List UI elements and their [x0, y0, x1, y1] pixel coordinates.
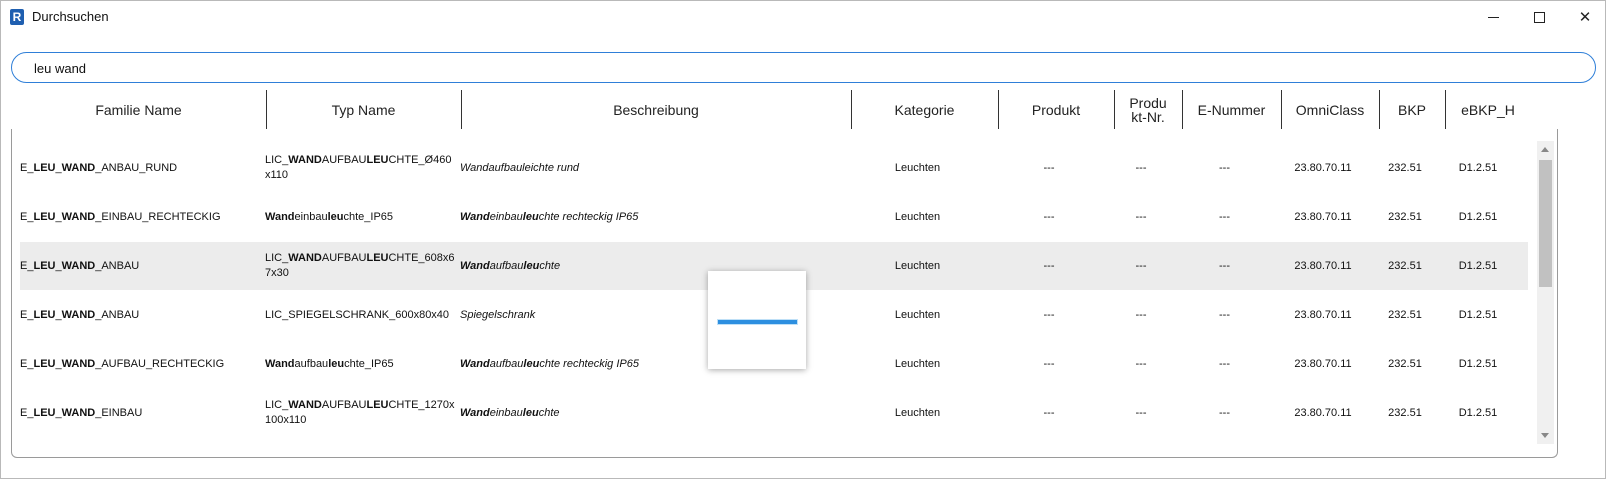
scroll-down-icon[interactable] [1541, 433, 1549, 438]
cell-bkp: 232.51 [1388, 161, 1422, 174]
column-header-beschreibung[interactable]: Beschreibung [461, 89, 851, 131]
column-header-e-nummer[interactable]: E-Nummer [1182, 89, 1281, 131]
cell-kategorie: Leuchten [894, 259, 941, 272]
cell-produkt: --- [1043, 259, 1055, 272]
cell-produkt-nr: --- [1135, 210, 1147, 223]
loading-popup [708, 271, 806, 369]
cell-e-nummer: --- [1219, 161, 1230, 174]
column-header-produkt[interactable]: Produkt [998, 89, 1114, 131]
cell-produkt: --- [1043, 357, 1055, 370]
column-separator[interactable] [1379, 90, 1380, 129]
cell-bkp: 232.51 [1388, 308, 1422, 321]
cell-typ-name: Wandeinbauleuchte_IP65 [265, 210, 394, 223]
column-header-bkp[interactable]: BKP [1379, 89, 1445, 131]
cell-typ-name: LIC_WANDAUFBAULEUCHTE_608x6 7x30 [265, 252, 455, 279]
cell-e-nummer: --- [1219, 357, 1230, 370]
cell-e-nummer: --- [1219, 259, 1230, 272]
search-input[interactable] [34, 59, 1534, 77]
maximize-icon [1533, 11, 1545, 23]
cell-typ-name: LIC_SPIEGELSCHRANK_600x80x40 [265, 308, 450, 321]
cell-bkp: 232.51 [1388, 210, 1422, 223]
close-icon: ✕ [1578, 9, 1592, 26]
cell-familie-name: E_LEU_WAND_EINBAU [20, 406, 143, 419]
window-title: Durchsuchen [32, 9, 109, 24]
column-header-produkt-nr[interactable]: Produkt-Nr. [1114, 89, 1182, 131]
cell-e-nummer: --- [1219, 406, 1230, 419]
table-row[interactable]: E_LEU_WAND_ANBAU_RUND LIC_WANDAUFBAULEUCH… [20, 144, 1528, 192]
column-separator[interactable] [1182, 90, 1183, 129]
cell-produkt-nr: --- [1135, 357, 1147, 370]
cell-omniclass: 23.80.70.11 [1294, 210, 1352, 223]
column-separator[interactable] [1281, 90, 1282, 129]
cell-omniclass: 23.80.70.11 [1294, 259, 1352, 272]
scrollbar-thumb[interactable] [1539, 160, 1552, 287]
cell-produkt: --- [1043, 406, 1055, 419]
column-header-typ-name[interactable]: Typ Name [266, 89, 461, 131]
cell-kategorie: Leuchten [894, 210, 941, 223]
cell-produkt: --- [1043, 161, 1055, 174]
column-header-omniclass[interactable]: OmniClass [1281, 89, 1379, 131]
revit-icon: R [10, 9, 24, 25]
cell-produkt-nr: --- [1135, 406, 1147, 419]
cell-e-nummer: --- [1219, 308, 1230, 321]
scroll-up-icon[interactable] [1541, 147, 1549, 152]
cell-omniclass: 23.80.70.11 [1294, 308, 1352, 321]
cell-ebkp-h: D1.2.51 [1458, 406, 1498, 419]
cell-bkp: 232.51 [1388, 406, 1422, 419]
column-separator[interactable] [1445, 90, 1446, 129]
column-header-kategorie[interactable]: Kategorie [851, 89, 998, 131]
cell-produkt-nr: --- [1135, 259, 1147, 272]
cell-typ-name: LIC_WANDAUFBAULEUCHTE_1270x 100x110 [265, 399, 455, 426]
cell-bkp: 232.51 [1388, 357, 1422, 370]
column-separator[interactable] [851, 90, 852, 129]
cell-omniclass: 23.80.70.11 [1294, 406, 1352, 419]
cell-beschreibung: Wandeinbauleuchte rechteckig IP65 [460, 210, 639, 223]
cell-produkt: --- [1043, 210, 1055, 223]
cell-produkt-nr: --- [1135, 161, 1147, 174]
cell-ebkp-h: D1.2.51 [1458, 259, 1498, 272]
browse-window: R Durchsuchen ✕ Familie NameTyp NameBesc… [0, 0, 1606, 479]
cell-beschreibung: Wandeinbauleuchte [460, 406, 560, 419]
maximize-button[interactable] [1516, 1, 1562, 33]
column-separator[interactable] [1114, 90, 1115, 129]
cell-familie-name: E_LEU_WAND_AUFBAU_RECHTECKIG [20, 357, 225, 370]
column-header-familie-name[interactable]: Familie Name [11, 89, 266, 131]
cell-familie-name: E_LEU_WAND_ANBAU_RUND [20, 161, 178, 174]
cell-omniclass: 23.80.70.11 [1294, 161, 1352, 174]
cell-produkt: --- [1043, 308, 1055, 321]
table-header: Familie Name Typ Name Beschreibung Kategori… [11, 89, 1558, 131]
loading-progress-bar [717, 319, 798, 325]
cell-kategorie: Leuchten [894, 308, 941, 321]
cell-ebkp-h: D1.2.51 [1458, 161, 1498, 174]
cell-kategorie: Leuchten [894, 357, 941, 370]
cell-familie-name: E_LEU_WAND_ANBAU [20, 259, 140, 272]
cell-typ-name: LIC_WANDAUFBAULEUCHTE_Ø460 x110 [265, 154, 452, 181]
cell-omniclass: 23.80.70.11 [1294, 357, 1352, 370]
cell-beschreibung: Wandaufbauleichte rund [460, 161, 580, 174]
cell-bkp: 232.51 [1388, 259, 1422, 272]
title-bar[interactable]: R Durchsuchen ✕ [1, 1, 1605, 33]
cell-typ-name: Wandaufbauleuchte_IP65 [265, 357, 394, 370]
column-separator[interactable] [266, 90, 267, 129]
cell-kategorie: Leuchten [894, 161, 941, 174]
table-row[interactable]: E_LEU_WAND_EINBAU LIC_WANDAUFBAULEUCHTE_1… [20, 389, 1528, 437]
cell-produkt-nr: --- [1135, 308, 1147, 321]
column-separator[interactable] [461, 90, 462, 129]
cell-kategorie: Leuchten [894, 406, 941, 419]
cell-ebkp-h: D1.2.51 [1458, 357, 1498, 370]
minimize-icon [1487, 16, 1499, 18]
cell-familie-name: E_LEU_WAND_ANBAU [20, 308, 140, 321]
column-separator[interactable] [998, 90, 999, 129]
cell-e-nummer: --- [1219, 210, 1230, 223]
close-button[interactable]: ✕ [1562, 1, 1606, 33]
cell-ebkp-h: D1.2.51 [1458, 308, 1498, 321]
cell-familie-name: E_LEU_WAND_EINBAU_RECHTECKIG [20, 210, 221, 223]
cell-ebkp-h: D1.2.51 [1458, 210, 1498, 223]
search-box[interactable] [11, 52, 1596, 83]
column-header-ebkp-h[interactable]: eBKP_H [1445, 89, 1531, 131]
table-row[interactable]: E_LEU_WAND_EINBAU_RECHTECKIG Wandeinbaule… [20, 193, 1528, 241]
vertical-scrollbar[interactable] [1537, 141, 1554, 444]
minimize-button[interactable] [1470, 1, 1516, 33]
